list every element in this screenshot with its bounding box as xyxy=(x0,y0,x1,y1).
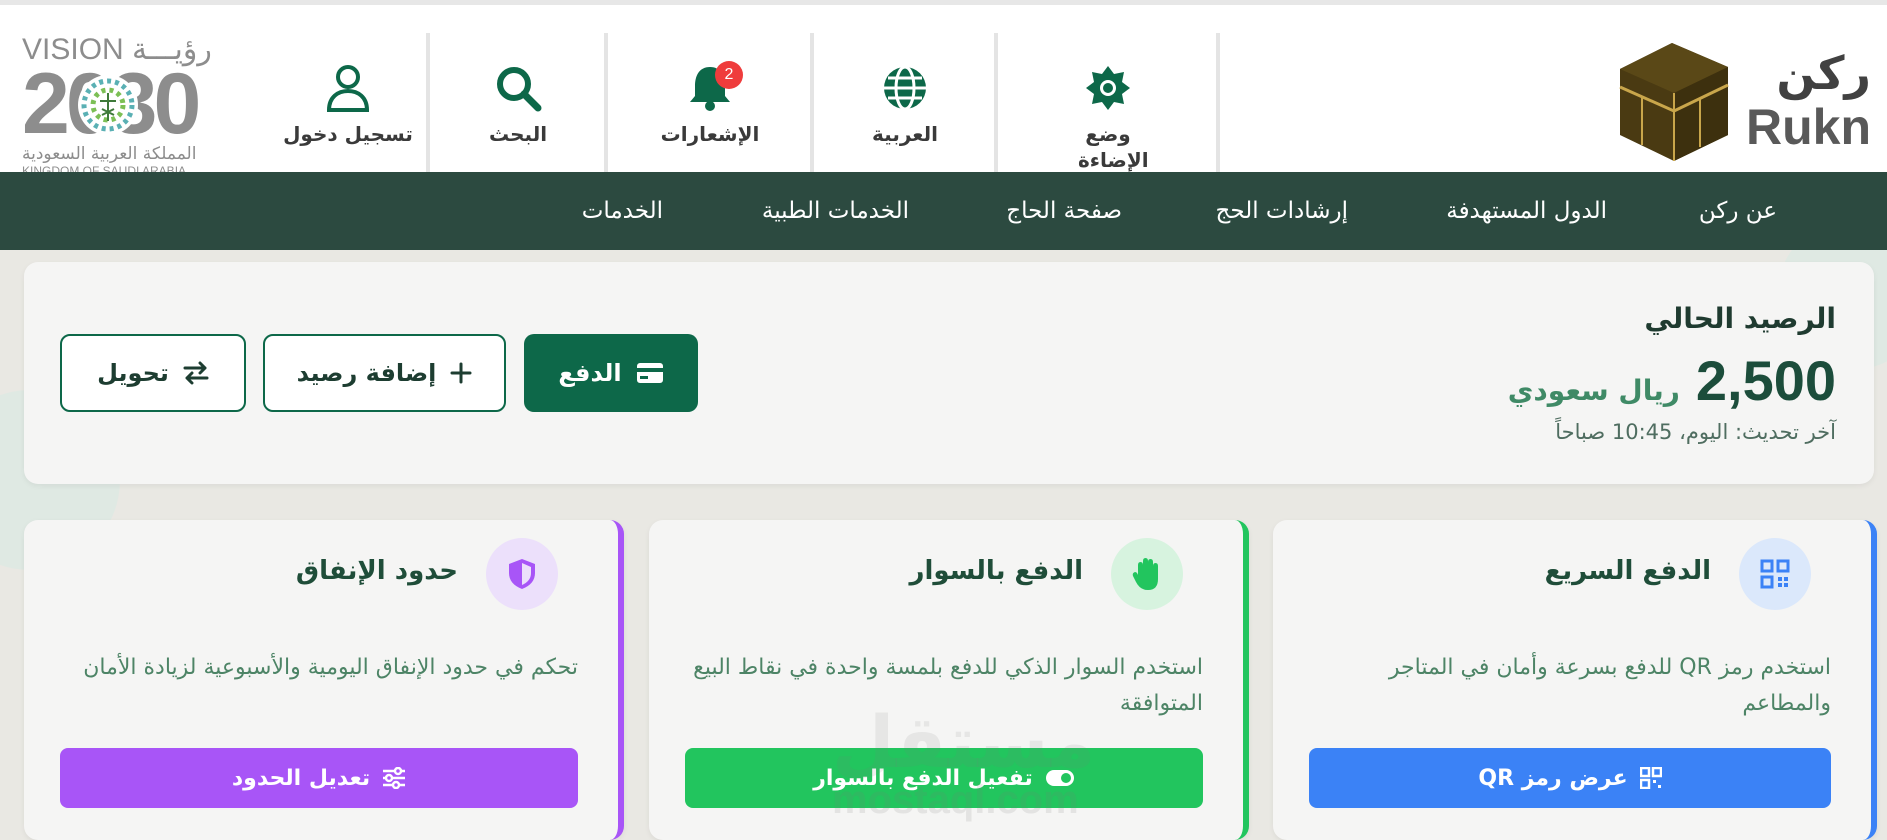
notifications-button[interactable]: 2 الإشعارات xyxy=(610,33,814,177)
kaaba-icon xyxy=(1619,43,1729,161)
notifications-label: الإشعارات xyxy=(660,122,760,146)
bracelet-pay-desc: استخدم السوار الذكي للدفع بلمسة واحدة في… xyxy=(693,655,1203,716)
login-label: تسجيل دخول xyxy=(283,122,413,146)
enable-bracelet-label: تفعيل الدفع بالسوار xyxy=(813,765,1033,791)
pay-button[interactable]: الدفع xyxy=(524,334,698,412)
rukn-logo[interactable]: ركن Rukn xyxy=(1612,39,1871,163)
globe-icon xyxy=(880,63,930,113)
plus-icon xyxy=(450,362,472,384)
spending-limits-card: حدود الإنفاق تحكم في حدود الإنفاق اليومي… xyxy=(24,520,624,840)
header: ركن Rukn وضع الإضاءة العربية 2 الإشعارات… xyxy=(0,5,1887,178)
quick-pay-title: الدفع السريع xyxy=(1544,556,1711,586)
menu-item-about[interactable]: عن ركن xyxy=(1699,172,1777,250)
menu-item-medical-services[interactable]: الخدمات الطبية xyxy=(762,172,909,250)
toggle-icon xyxy=(1045,769,1075,787)
vision-ar-sub: المملكة العربية السعودية xyxy=(22,144,196,164)
brand-name-en: Rukn xyxy=(1746,99,1871,155)
shield-icon xyxy=(486,538,558,610)
bracelet-pay-title: الدفع بالسوار xyxy=(909,556,1083,586)
spending-limits-desc: تحكم في حدود الإنفاق اليومية والأسبوعية … xyxy=(83,655,578,680)
hand-icon xyxy=(1111,538,1183,610)
menu-item-services[interactable]: الخدمات xyxy=(582,172,663,250)
edit-limits-button[interactable]: تعديل الحدود xyxy=(60,748,578,808)
transfer-button[interactable]: تحويل xyxy=(60,334,246,412)
notifications-badge: 2 xyxy=(715,61,743,89)
light-mode-label: وضع الإضاءة xyxy=(1078,122,1149,172)
main-menu: عن ركن الدول المستهدفة إرشادات الحج صفحة… xyxy=(0,172,1887,250)
spending-limits-title: حدود الإنفاق xyxy=(295,556,458,586)
brand-name-ar: ركن xyxy=(1776,46,1871,100)
show-qr-button[interactable]: عرض رمز QR xyxy=(1309,748,1831,808)
vision-2030-logo: VISION رؤيـــة 2030 المملكة العربية السع… xyxy=(22,33,252,178)
language-label: العربية xyxy=(872,122,938,146)
quick-pay-desc: استخدم رمز QR للدفع بسرعة وأمان في المتا… xyxy=(1388,655,1831,716)
menu-item-target-countries[interactable]: الدول المستهدفة xyxy=(1446,172,1607,250)
qr-icon xyxy=(1639,767,1662,789)
balance-amount: 2,500 xyxy=(1695,349,1836,412)
show-qr-label: عرض رمز QR xyxy=(1478,765,1628,791)
sun-icon xyxy=(1083,63,1133,113)
search-label: البحث xyxy=(488,122,548,146)
quick-pay-card: الدفع السريع استخدم رمز QR للدفع بسرعة و… xyxy=(1273,520,1877,840)
enable-bracelet-button[interactable]: تفعيل الدفع بالسوار xyxy=(685,748,1203,808)
bracelet-pay-card: الدفع بالسوار استخدم السوار الذكي للدفع … xyxy=(649,520,1249,840)
sliders-icon xyxy=(382,767,406,789)
user-icon xyxy=(323,63,373,113)
login-button[interactable]: تسجيل دخول xyxy=(270,33,430,177)
pay-label: الدفع xyxy=(558,359,622,387)
search-button[interactable]: البحث xyxy=(432,33,608,177)
transfer-arrows-icon xyxy=(183,361,209,385)
balance-title: الرصيد الحالي xyxy=(1644,302,1836,335)
add-balance-label: إضافة رصيد xyxy=(296,359,437,387)
bell-icon: 2 xyxy=(685,61,743,113)
balance-updated: آخر تحديث: اليوم، 10:45 صباحاً xyxy=(1555,420,1836,444)
search-icon xyxy=(493,63,543,113)
add-balance-button[interactable]: إضافة رصيد xyxy=(263,334,506,412)
edit-limits-label: تعديل الحدود xyxy=(231,765,371,791)
transfer-label: تحويل xyxy=(97,359,169,387)
qr-code-icon xyxy=(1739,538,1811,610)
language-selector[interactable]: العربية xyxy=(816,33,998,177)
credit-card-icon xyxy=(636,362,664,384)
balance-currency: ريال سعودي xyxy=(1507,374,1680,407)
menu-item-pilgrim-page[interactable]: صفحة الحاج xyxy=(1006,172,1122,250)
light-mode-toggle[interactable]: وضع الإضاءة xyxy=(1000,33,1220,177)
menu-item-hajj-guidance[interactable]: إرشادات الحج xyxy=(1216,172,1348,250)
